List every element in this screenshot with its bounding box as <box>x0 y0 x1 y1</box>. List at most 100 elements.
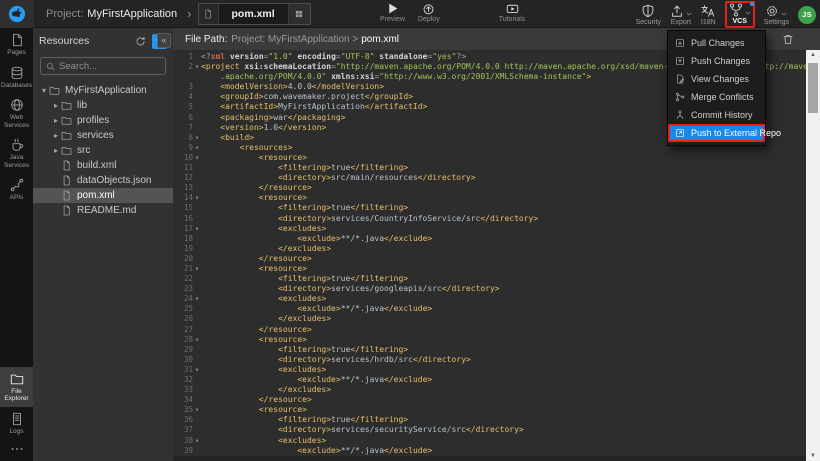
code-line[interactable]: 23 <directory>services/googleapis/src</d… <box>173 284 806 294</box>
fold-marker[interactable]: ▾ <box>193 335 201 345</box>
fold-marker[interactable]: ▾ <box>193 153 201 163</box>
chevron-right-icon[interactable]: ▸ <box>51 101 61 110</box>
fold-marker[interactable]: ▾ <box>193 294 201 304</box>
chevron-right-icon: › <box>187 6 191 21</box>
fold-marker[interactable]: ▾ <box>193 133 201 143</box>
fold-marker[interactable]: ▾ <box>193 193 201 203</box>
tutorials-button[interactable]: Tutorials <box>499 2 526 23</box>
code-line[interactable]: 38▾ <excludes> <box>173 436 806 446</box>
code-line[interactable]: 26 </excludes> <box>173 314 806 324</box>
preview-button[interactable]: Preview <box>380 2 405 23</box>
file-icon <box>61 175 72 186</box>
code-line[interactable]: 39 <exclude>**/*.java</exclude> <box>173 446 806 456</box>
tab-pom-xml[interactable]: pom.xml <box>198 3 311 25</box>
scrollbar-thumb[interactable] <box>808 63 818 113</box>
topbar-actions: Preview Deploy Tutorials <box>380 2 525 23</box>
code-line[interactable]: 20 </resource> <box>173 254 806 264</box>
fold-marker[interactable]: ▾ <box>193 224 201 234</box>
menu-item-view-changes[interactable]: View Changes <box>668 70 765 88</box>
code-line[interactable]: 22 <filtering>true</filtering> <box>173 274 806 284</box>
code-line[interactable]: 33 </excludes> <box>173 385 806 395</box>
menu-item-commit-history[interactable]: Commit History <box>668 106 765 124</box>
code-line[interactable]: 36 <filtering>true</filtering> <box>173 415 806 425</box>
code-line[interactable]: 15 <filtering>true</filtering> <box>173 203 806 213</box>
menu-item-push-to-external-repo[interactable]: Push to External Repo <box>668 124 765 142</box>
code-line[interactable]: 34 </resource> <box>173 395 806 405</box>
code-line[interactable]: 30 <directory>services/hrdb/src</directo… <box>173 355 806 365</box>
sidebar-more-button[interactable] <box>0 439 33 461</box>
code-text: </excludes> <box>201 385 331 395</box>
code-line[interactable]: 14▾ <resource> <box>173 193 806 203</box>
chevron-right-icon[interactable]: ▸ <box>51 131 61 140</box>
code-line[interactable]: 21▾ <resource> <box>173 264 806 274</box>
menu-item-push-changes[interactable]: Push Changes <box>668 52 765 70</box>
code-line[interactable]: 37 <directory>services/securityService/s… <box>173 425 806 435</box>
search-input[interactable] <box>59 61 160 72</box>
export-button[interactable]: Export <box>670 4 692 26</box>
sidebar-item-logs[interactable]: Logs <box>0 407 33 440</box>
sidebar-item-apis[interactable]: APIs <box>0 173 33 206</box>
tree-item-myfirstapplication[interactable]: ▾MyFirstApplication <box>33 83 173 98</box>
fold-marker[interactable]: ▾ <box>193 436 201 446</box>
code-line[interactable]: 35▾ <resource> <box>173 405 806 415</box>
deploy-button[interactable]: Deploy <box>418 2 440 23</box>
chevron-right-icon[interactable]: ▸ <box>51 146 61 155</box>
code-line[interactable]: 16 <directory>services/CountryInfoServic… <box>173 214 806 224</box>
menu-item-pull-changes[interactable]: Pull Changes <box>668 34 765 52</box>
chevron-right-icon[interactable]: ▸ <box>51 116 61 125</box>
tree-item-readme-md[interactable]: README.md <box>33 203 173 218</box>
sidebar-item-file-explorer[interactable]: File Explorer <box>0 367 33 407</box>
i18n-button[interactable]: I18N <box>701 4 716 26</box>
code-line[interactable]: 11 <filtering>true</filtering> <box>173 163 806 173</box>
fold-marker[interactable]: ▾ <box>193 365 201 375</box>
sidebar-item-databases[interactable]: Databases <box>0 61 33 94</box>
code-line[interactable]: 25 <exclude>**/*.java</exclude> <box>173 304 806 314</box>
line-number: 25 <box>173 304 193 314</box>
tree-item-build-xml[interactable]: build.xml <box>33 158 173 173</box>
chevron-down-icon[interactable]: ▾ <box>39 86 49 95</box>
scroll-up-arrow-icon[interactable]: ▲ <box>806 50 820 60</box>
code-line[interactable]: 13 </resource> <box>173 183 806 193</box>
horizontal-scrollbar[interactable] <box>173 456 806 461</box>
code-line[interactable]: 32 <exclude>**/*.java</exclude> <box>173 375 806 385</box>
security-button[interactable]: Security <box>636 4 661 26</box>
code-line[interactable]: 12 <directory>src/main/resources</direct… <box>173 173 806 183</box>
sidebar-item-pages[interactable]: Pages <box>0 28 33 61</box>
tree-item-src[interactable]: ▸src <box>33 143 173 158</box>
fold-marker[interactable]: ▾ <box>193 264 201 274</box>
wavemaker-logo[interactable] <box>0 0 34 28</box>
settings-button[interactable]: Settings <box>764 4 789 26</box>
code-text: <filtering>true</filtering> <box>201 274 408 284</box>
fold-marker[interactable]: ▾ <box>193 143 201 153</box>
tree-item-pom-xml[interactable]: pom.xml <box>33 188 173 203</box>
fold-spacer <box>193 92 201 102</box>
tree-item-dataobjects-json[interactable]: dataObjects.json <box>33 173 173 188</box>
code-line[interactable]: 19 </excludes> <box>173 244 806 254</box>
vcs-button[interactable]: VCS <box>725 1 755 28</box>
action-label: Tutorials <box>499 16 526 23</box>
sidebar-item-web-services[interactable]: Web Services <box>0 93 33 133</box>
refresh-icon[interactable] <box>135 36 146 47</box>
trash-icon[interactable] <box>782 33 794 46</box>
menu-item-merge-conflicts[interactable]: Merge Conflicts <box>668 88 765 106</box>
code-line[interactable]: 18 <exclude>**/*.java</exclude> <box>173 234 806 244</box>
sidebar-item-java-services[interactable]: Java Services <box>0 133 33 173</box>
collapse-panel-button[interactable]: « <box>157 33 171 48</box>
code-line[interactable]: 27 </resource> <box>173 325 806 335</box>
menu-item-label: View Changes <box>691 74 749 84</box>
tab-grid-button[interactable] <box>288 4 310 24</box>
tree-item-profiles[interactable]: ▸profiles <box>33 113 173 128</box>
code-line[interactable]: 10▾ <resource> <box>173 153 806 163</box>
vertical-scrollbar[interactable]: ▲ ▼ <box>806 50 820 461</box>
user-avatar[interactable]: JS <box>798 6 816 24</box>
tree-item-services[interactable]: ▸services <box>33 128 173 143</box>
code-line[interactable]: 24▾ <excludes> <box>173 294 806 304</box>
code-line[interactable]: 31▾ <excludes> <box>173 365 806 375</box>
fold-marker[interactable]: ▾ <box>193 62 201 72</box>
scroll-down-arrow-icon[interactable]: ▼ <box>806 451 820 461</box>
fold-marker[interactable]: ▾ <box>193 405 201 415</box>
code-line[interactable]: 29 <filtering>true</filtering> <box>173 345 806 355</box>
code-line[interactable]: 17▾ <excludes> <box>173 224 806 234</box>
tree-item-lib[interactable]: ▸lib <box>33 98 173 113</box>
code-line[interactable]: 28▾ <resource> <box>173 335 806 345</box>
